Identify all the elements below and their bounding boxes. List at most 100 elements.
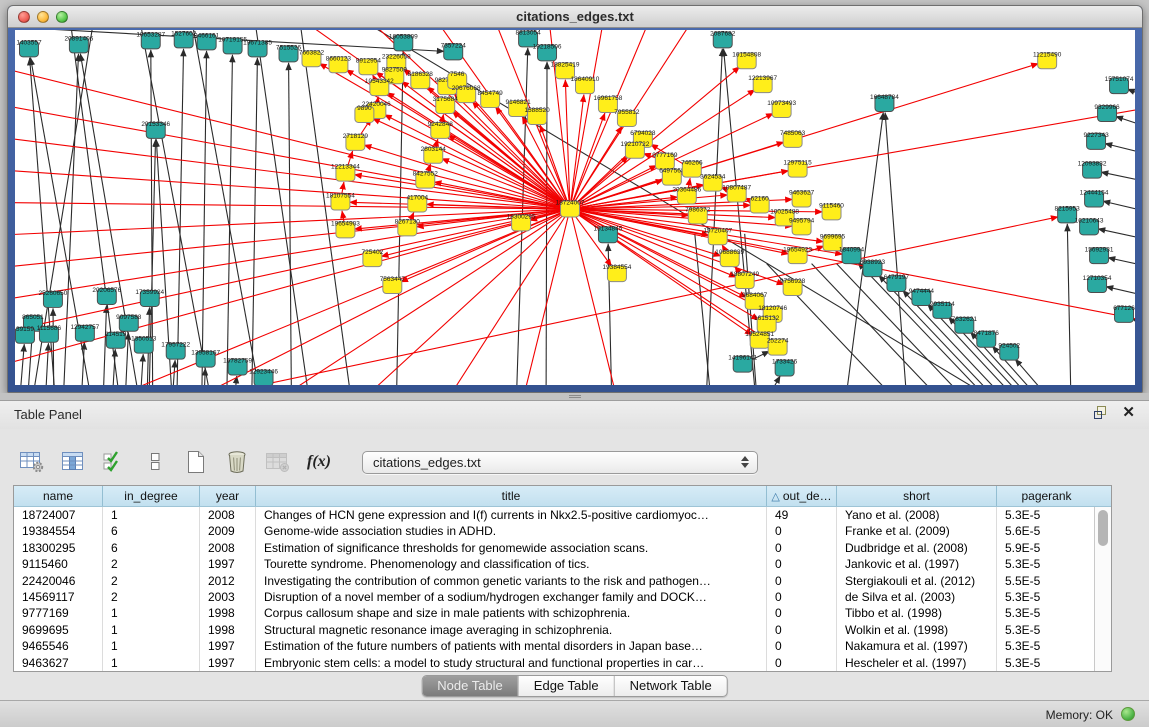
graph-node-label: 17359924 — [135, 289, 164, 296]
table-cell: Corpus callosum shape and size in male p… — [256, 605, 767, 621]
table-row[interactable]: 977716911998Corpus callosum shape and si… — [14, 605, 1111, 621]
table-selector-value: citations_edges.txt — [373, 455, 741, 470]
resize-grip-icon[interactable] — [569, 395, 581, 398]
tab-edge-table[interactable]: Edge Table — [519, 676, 615, 696]
graph-node-label: 9466161 — [194, 32, 220, 39]
graph-edge — [1067, 224, 1071, 385]
tab-node-table[interactable]: Node Table — [422, 676, 519, 696]
table-selector-dropdown[interactable]: citations_edges.txt — [362, 451, 758, 474]
table-cell: Investigating the contribution of common… — [256, 573, 767, 589]
table-settings-icon[interactable] — [18, 448, 46, 476]
graph-node-label: 9684067 — [742, 292, 768, 299]
delete-table-icon — [264, 448, 292, 476]
graph-node-label: 17957222 — [161, 342, 190, 349]
select-rows-icon[interactable] — [100, 448, 128, 476]
graph-node-label: 7563447 — [380, 276, 406, 283]
table-body: 1872400712008Changes of HCN gene express… — [14, 507, 1111, 671]
table-cell: 1998 — [200, 605, 256, 621]
graph-node-label: 2935114 — [930, 301, 955, 308]
graph-edge — [706, 49, 723, 385]
graph-node-label: 10653287 — [136, 31, 165, 38]
row-height-icon[interactable] — [141, 448, 169, 476]
column-header-title[interactable]: title — [256, 486, 767, 506]
table-cell: 2008 — [200, 507, 256, 523]
memory-status-indicator[interactable] — [1121, 707, 1135, 721]
network-view-frame: 1872400776638228660123891295423226058982… — [8, 28, 1142, 392]
graph-node-label: 23226058 — [382, 53, 411, 60]
table-row[interactable]: 969969511998Structural magnetic resonanc… — [14, 622, 1111, 638]
table-row[interactable]: 1830029562008Estimation of significance … — [14, 540, 1111, 556]
graph-node-label: 11215490 — [1033, 51, 1062, 58]
table-cell: 9465546 — [14, 638, 103, 654]
table-cell: 9777169 — [14, 605, 103, 621]
graph-edge — [1101, 172, 1135, 182]
table-cell: 5.3E-5 — [997, 605, 1096, 621]
column-header-out_de[interactable]: △out_de… — [767, 486, 837, 506]
graph-node-label: 9463627 — [789, 190, 815, 197]
show-column-icon[interactable] — [59, 448, 87, 476]
graph-edge — [15, 209, 570, 341]
scrollbar-thumb[interactable] — [1098, 510, 1108, 546]
table-cell: 1 — [103, 605, 200, 621]
table-row[interactable]: 911546021997Tourette syndrome. Phenomeno… — [14, 556, 1111, 572]
graph-edge — [256, 30, 311, 385]
graph-node-label: 677126 — [1113, 305, 1135, 312]
network-view-window: citations_edges.txt 18724007766382286601… — [7, 5, 1143, 393]
graph-node-label: 20891406 — [64, 35, 93, 42]
table-row[interactable]: 946554611997Estimation of the future num… — [14, 638, 1111, 654]
attribute-table: namein_degreeyeartitle△out_de…shortpager… — [13, 485, 1112, 672]
graph-node-label: 14196141 — [728, 355, 757, 362]
close-panel-icon[interactable]: ✕ — [1122, 406, 1135, 420]
table-cell: 0 — [767, 605, 837, 621]
column-header-year[interactable]: year — [200, 486, 256, 506]
graph-node-label: 15134845 — [594, 225, 623, 232]
graph-node-label: 9146821 — [505, 99, 531, 106]
network-canvas[interactable]: 1872400776638228660123891295423226058982… — [15, 30, 1135, 385]
vertical-scrollbar[interactable] — [1094, 507, 1111, 671]
table-cell: 1 — [103, 655, 200, 671]
graph-node-label: 9756928 — [780, 278, 806, 285]
graph-node-label: 2803144 — [421, 146, 447, 153]
table-row[interactable]: 2242004622012Investigating the contribut… — [14, 573, 1111, 589]
table-cell: 9115460 — [14, 556, 103, 572]
graph-node-label: 15720407 — [703, 227, 732, 234]
column-header-short[interactable]: short — [837, 486, 997, 506]
graph-node-label: 16648784 — [870, 94, 899, 101]
table-row[interactable]: 946362711997Embryonic stem cells: a mode… — [14, 655, 1111, 671]
delete-icon[interactable] — [223, 448, 251, 476]
graph-node-label: 12923446 — [249, 369, 278, 376]
window-titlebar[interactable]: citations_edges.txt — [8, 6, 1142, 28]
graph-node-label: 9474444 — [909, 288, 935, 295]
graph-node-label: 10688639 — [715, 249, 744, 256]
table-cell: Genome-wide association studies in ADHD. — [256, 523, 767, 539]
column-header-in_degree[interactable]: in_degree — [103, 486, 200, 506]
table-row[interactable]: 1872400712008Changes of HCN gene express… — [14, 507, 1111, 523]
table-cell: 2003 — [200, 589, 256, 605]
column-header-pagerank[interactable]: pagerank — [997, 486, 1096, 506]
graph-edge — [520, 209, 570, 385]
tab-network-table[interactable]: Network Table — [615, 676, 727, 696]
table-cell: 5.3E-5 — [997, 507, 1096, 523]
graph-node-label: 1615132 — [754, 315, 780, 322]
table-cell: 5.5E-5 — [997, 573, 1096, 589]
graph-edge — [252, 58, 258, 385]
table-cell: 6 — [103, 540, 200, 556]
graph-node-label: 9827509 — [382, 66, 408, 73]
function-builder-icon[interactable]: f(x) — [305, 448, 333, 476]
graph-node-label: 18825419 — [551, 61, 580, 68]
table-cell: 2 — [103, 573, 200, 589]
graph-node-label: 9097588 — [116, 314, 142, 321]
graph-edge — [177, 49, 184, 385]
panel-divider[interactable] — [0, 393, 1149, 400]
graph-edge — [1116, 116, 1135, 127]
table-cell: Wolkin et al. (1998) — [837, 622, 997, 638]
table-row[interactable]: 1938455462009Genome-wide association stu… — [14, 523, 1111, 539]
table-cell: Disruption of a novel member of a sodium… — [256, 589, 767, 605]
graph-node-label: 746266 — [681, 160, 703, 167]
column-header-name[interactable]: name — [14, 486, 103, 506]
table-cell: Yano et al. (2008) — [837, 507, 997, 523]
new-file-icon[interactable] — [182, 448, 210, 476]
table-row[interactable]: 1456911722003Disruption of a novel membe… — [14, 589, 1111, 605]
float-panel-icon[interactable] — [1094, 406, 1108, 420]
table-panel-header: Table Panel ✕ — [0, 401, 1149, 429]
